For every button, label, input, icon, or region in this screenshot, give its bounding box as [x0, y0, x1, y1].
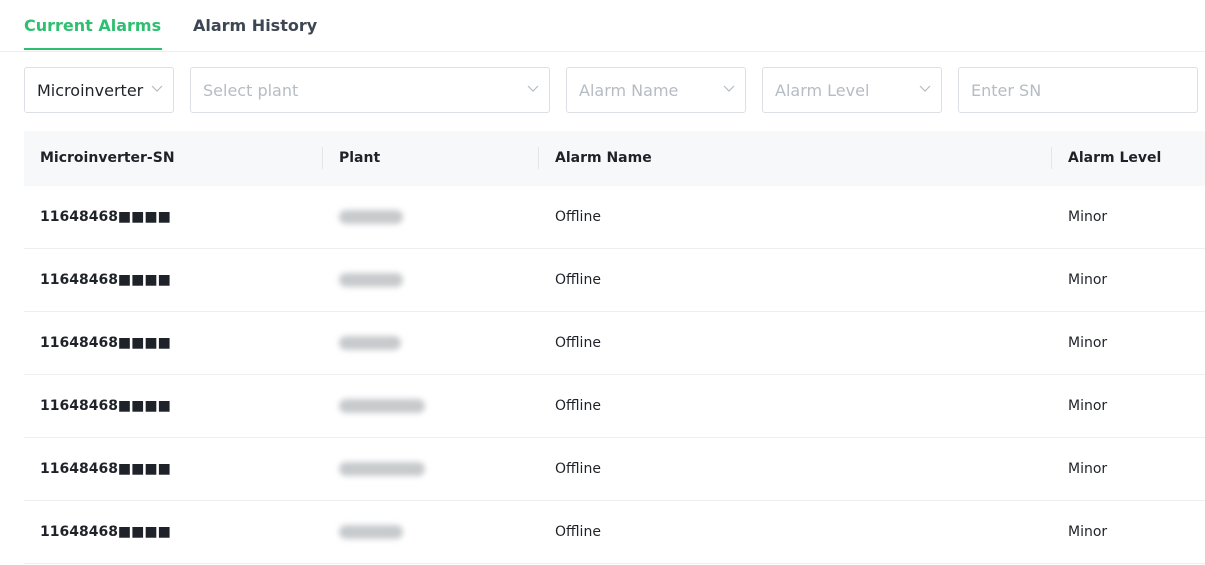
- row-sn: 11648468■■■■: [40, 209, 171, 225]
- row-alarm-name: Offline: [555, 272, 601, 288]
- row-sn: 11648468■■■■: [40, 461, 171, 477]
- alarms-table: Microinverter-SN Plant Alarm Name Alarm …: [24, 131, 1205, 564]
- sn-input-placeholder: Enter SN: [971, 81, 1042, 100]
- plant-name-redacted: [339, 210, 403, 224]
- chevron-down-icon: [919, 85, 931, 92]
- table-row[interactable]: 11648468■■■■ Offline Minor: [24, 186, 1205, 249]
- alarm-level-select[interactable]: Alarm Level: [762, 67, 942, 113]
- row-alarm-level: Minor: [1068, 461, 1108, 477]
- row-alarm-level: Minor: [1068, 272, 1108, 288]
- column-divider: [322, 147, 323, 169]
- sn-input[interactable]: Enter SN: [958, 67, 1198, 113]
- table-body: 11648468■■■■ Offline Minor 11648468■■■■ Offl…: [24, 186, 1205, 564]
- column-divider: [1051, 147, 1052, 169]
- table-row[interactable]: 11648468■■■■ Offline Minor: [24, 312, 1205, 375]
- table-row[interactable]: 11648468■■■■ Offline Minor: [24, 375, 1205, 438]
- column-divider: [538, 147, 539, 169]
- table-row[interactable]: 11648468■■■■ Offline Minor: [24, 438, 1205, 501]
- chevron-down-icon: [151, 85, 163, 92]
- alarm-name-select[interactable]: Alarm Name: [566, 67, 746, 113]
- row-alarm-name: Offline: [555, 461, 601, 477]
- column-header-sn[interactable]: Microinverter-SN: [40, 150, 175, 166]
- plant-name-redacted: [339, 273, 403, 287]
- row-alarm-level: Minor: [1068, 398, 1108, 414]
- plant-select-placeholder: Select plant: [203, 81, 299, 100]
- row-alarm-name: Offline: [555, 209, 601, 225]
- row-alarm-level: Minor: [1068, 524, 1108, 540]
- row-sn: 11648468■■■■: [40, 272, 171, 288]
- column-header-alarm-level[interactable]: Alarm Level: [1068, 150, 1161, 166]
- row-alarm-level: Minor: [1068, 335, 1108, 351]
- device-type-select[interactable]: Microinverter: [24, 67, 174, 113]
- plant-name-redacted: [339, 462, 425, 476]
- row-alarm-name: Offline: [555, 335, 601, 351]
- table-row[interactable]: 11648468■■■■ Offline Minor: [24, 249, 1205, 312]
- active-tab-indicator: [24, 48, 162, 50]
- chevron-down-icon: [723, 85, 735, 92]
- row-alarm-name: Offline: [555, 524, 601, 540]
- tab-alarm-history[interactable]: Alarm History: [193, 16, 317, 35]
- tab-current-alarms[interactable]: Current Alarms: [24, 16, 161, 35]
- device-type-value: Microinverter: [37, 81, 144, 100]
- column-header-plant[interactable]: Plant: [339, 150, 380, 166]
- table-row[interactable]: 11648468■■■■ Offline Minor: [24, 501, 1205, 564]
- alarm-name-placeholder: Alarm Name: [579, 81, 679, 100]
- row-sn: 11648468■■■■: [40, 398, 171, 414]
- row-sn: 11648468■■■■: [40, 335, 171, 351]
- plant-select[interactable]: Select plant: [190, 67, 550, 113]
- plant-name-redacted: [339, 336, 401, 350]
- row-sn: 11648468■■■■: [40, 524, 171, 540]
- row-alarm-level: Minor: [1068, 209, 1108, 225]
- chevron-down-icon: [527, 85, 539, 92]
- row-alarm-name: Offline: [555, 398, 601, 414]
- plant-name-redacted: [339, 525, 403, 539]
- column-header-alarm-name[interactable]: Alarm Name: [555, 150, 652, 166]
- tab-bar: Current Alarms Alarm History: [0, 0, 1205, 52]
- plant-name-redacted: [339, 399, 425, 413]
- alarm-level-placeholder: Alarm Level: [775, 81, 870, 100]
- table-header: Microinverter-SN Plant Alarm Name Alarm …: [24, 131, 1205, 186]
